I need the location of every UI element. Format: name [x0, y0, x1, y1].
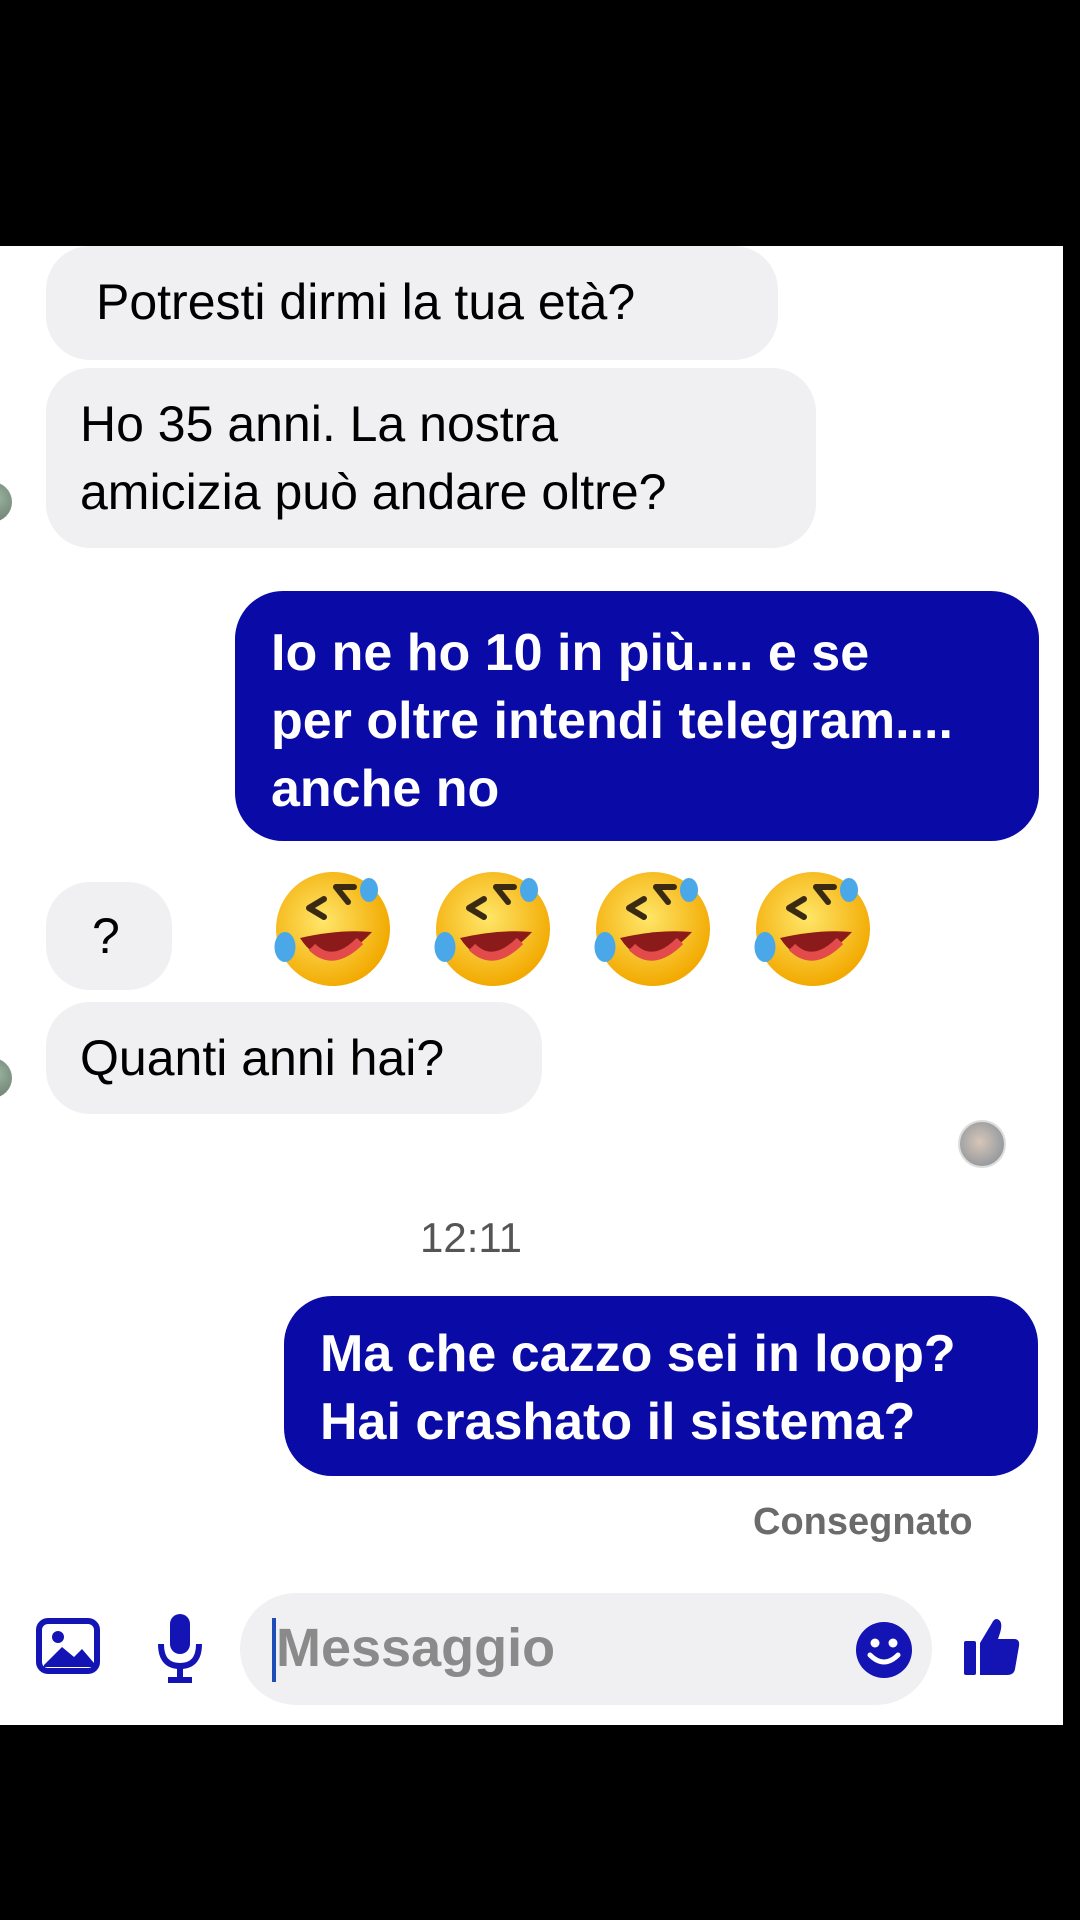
message-input-placeholder: Messaggio [276, 1618, 556, 1678]
message-line: per oltre intendi telegram.... [271, 692, 953, 750]
message-text: Quanti anni hai? [80, 1030, 445, 1086]
message-line: amicizia può andare oltre? [80, 464, 667, 520]
message-line: Io ne ho 10 in più.... e se [271, 624, 870, 682]
image-icon[interactable] [36, 1617, 100, 1677]
incoming-message[interactable]: Quanti anni hai? [46, 1002, 542, 1114]
message-line: Ho 35 anni. La nostra [80, 396, 559, 452]
rolling-laughing-emoji-icon [754, 872, 870, 986]
outgoing-message[interactable]: Ma che cazzo sei in loop? Hai crashato i… [284, 1296, 1038, 1476]
incoming-message[interactable]: Potresti dirmi la tua età? [46, 246, 778, 360]
message-text: ? [92, 908, 120, 964]
message-line: anche no [271, 760, 500, 818]
contact-avatar[interactable] [0, 1058, 12, 1098]
emoji-icon[interactable] [855, 1621, 913, 1679]
emoji-message[interactable] [255, 854, 905, 1014]
read-receipt-avatar [958, 1120, 1006, 1168]
rolling-laughing-emoji-icon [434, 872, 550, 986]
outgoing-message[interactable]: Io ne ho 10 in più.... e se per oltre in… [235, 591, 1039, 841]
rolling-laughing-emoji-icon [274, 872, 390, 986]
contact-avatar[interactable] [0, 482, 12, 522]
microphone-icon[interactable] [155, 1612, 205, 1684]
delivery-status: Consegnato [753, 1501, 973, 1543]
message-line: Ma che cazzo sei in loop? [320, 1325, 956, 1383]
message-text: Potresti dirmi la tua età? [96, 274, 636, 330]
rolling-laughing-emoji-icon [594, 872, 710, 986]
incoming-message[interactable]: Ho 35 anni. La nostra amicizia può andar… [46, 368, 816, 548]
thumbs-up-icon[interactable] [962, 1615, 1022, 1677]
chat-screen: Potresti dirmi la tua età? Ho 35 anni. L… [0, 246, 1063, 1725]
incoming-message[interactable]: ? [46, 882, 172, 990]
message-line: Hai crashato il sistema? [320, 1393, 916, 1451]
message-timestamp: 12:11 [420, 1214, 522, 1261]
